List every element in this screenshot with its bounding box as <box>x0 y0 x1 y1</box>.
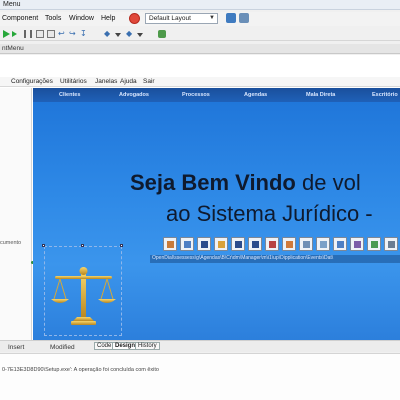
form-menu-sair[interactable]: Sair <box>143 78 155 85</box>
component-icon[interactable] <box>316 237 330 251</box>
welcome-bold: Seja Bem Vindo <box>130 170 296 195</box>
document-tab-label: ntMenu <box>2 45 24 52</box>
menu-component[interactable]: Component <box>2 15 38 22</box>
message-line: 0-7E13E3D8D90\Setup.exe': A operação foi… <box>2 367 159 373</box>
welcome-subtitle: ao Sistema Jurídico - <box>166 201 373 226</box>
chevron-down-icon[interactable] <box>137 33 143 37</box>
logo-image[interactable] <box>44 246 122 336</box>
left-panel: cumento <box>0 88 32 340</box>
nav-clientes[interactable]: Clientes <box>59 92 80 98</box>
nav-processos[interactable]: Processos <box>182 92 210 98</box>
component-icon[interactable] <box>214 237 228 251</box>
alert-icon[interactable] <box>129 13 140 24</box>
left-panel-fragment: cumento <box>0 240 22 246</box>
component-icon[interactable] <box>299 237 313 251</box>
resize-handle[interactable] <box>120 244 123 247</box>
form-menu-utilitarios[interactable]: Utilitários <box>60 78 87 85</box>
component-icon[interactable] <box>248 237 262 251</box>
run-icon[interactable] <box>3 30 10 38</box>
form-menu-janelas[interactable]: Janelas <box>95 78 117 85</box>
stop-icon[interactable] <box>36 30 44 38</box>
menu-help[interactable]: Help <box>101 15 115 22</box>
component-icon[interactable] <box>367 237 381 251</box>
menu-tools[interactable]: Tools <box>45 15 61 22</box>
resize-handle[interactable] <box>42 244 45 247</box>
tab-history[interactable]: History <box>135 342 160 350</box>
nav-strip <box>33 88 400 102</box>
component-icon[interactable] <box>350 237 364 251</box>
nav-mala-direta[interactable]: Mala Direta <box>306 92 335 98</box>
title-bar: Menu <box>0 0 400 10</box>
step-icon[interactable]: ↩ <box>58 30 66 38</box>
status-insert: Insert <box>8 344 25 351</box>
component-icon[interactable] <box>265 237 279 251</box>
menu-window[interactable]: Window <box>69 15 94 22</box>
component-names: OpenDial\ssessess\g\Agendas\B\Cr\dm\Mana… <box>150 255 400 263</box>
step-out-icon[interactable]: ↧ <box>80 30 88 38</box>
forward-icon[interactable]: ◆ <box>126 30 134 38</box>
messages-panel <box>0 353 400 400</box>
component-icon[interactable] <box>333 237 347 251</box>
gavel-scales-icon <box>51 267 116 325</box>
layout-settings-icon[interactable] <box>239 13 249 23</box>
nav-advogados[interactable]: Advogados <box>119 92 149 98</box>
component-icon[interactable] <box>231 237 245 251</box>
run-options-icon[interactable] <box>12 31 17 37</box>
layout-select-value: Default Layout <box>149 15 191 22</box>
layout-select[interactable]: Default Layout ▼ <box>145 13 218 24</box>
component-icon[interactable] <box>197 237 211 251</box>
component-icon[interactable] <box>163 237 177 251</box>
resize-handle[interactable] <box>81 244 84 247</box>
document-tab[interactable]: ntMenu <box>0 44 400 54</box>
welcome-title: Seja Bem Vindo de vol <box>130 170 361 196</box>
component-icon[interactable] <box>384 237 398 251</box>
reset-icon[interactable] <box>47 30 55 38</box>
component-tray <box>163 237 400 252</box>
layout-save-icon[interactable] <box>226 13 236 23</box>
window-title: Menu <box>3 1 21 8</box>
pause-icon[interactable] <box>24 30 32 38</box>
nav-agendas[interactable]: Agendas <box>244 92 267 98</box>
step-over-icon[interactable]: ↪ <box>69 30 77 38</box>
welcome-rest: de vol <box>302 170 361 195</box>
back-icon[interactable]: ◆ <box>104 30 112 38</box>
form-menu-ajuda[interactable]: Ajuda <box>120 78 137 85</box>
status-modified: Modified <box>50 344 75 351</box>
nav-escritorio[interactable]: Escritório <box>372 92 398 98</box>
component-icon[interactable] <box>180 237 194 251</box>
component-icon[interactable] <box>282 237 296 251</box>
form-menu-bar: Configurações Utilitários Janelas Ajuda … <box>0 77 400 87</box>
form-menu-configuracoes[interactable]: Configurações <box>11 78 53 85</box>
chevron-down-icon[interactable] <box>115 33 121 37</box>
chevron-down-icon: ▼ <box>209 15 215 21</box>
deploy-icon[interactable] <box>158 30 166 38</box>
